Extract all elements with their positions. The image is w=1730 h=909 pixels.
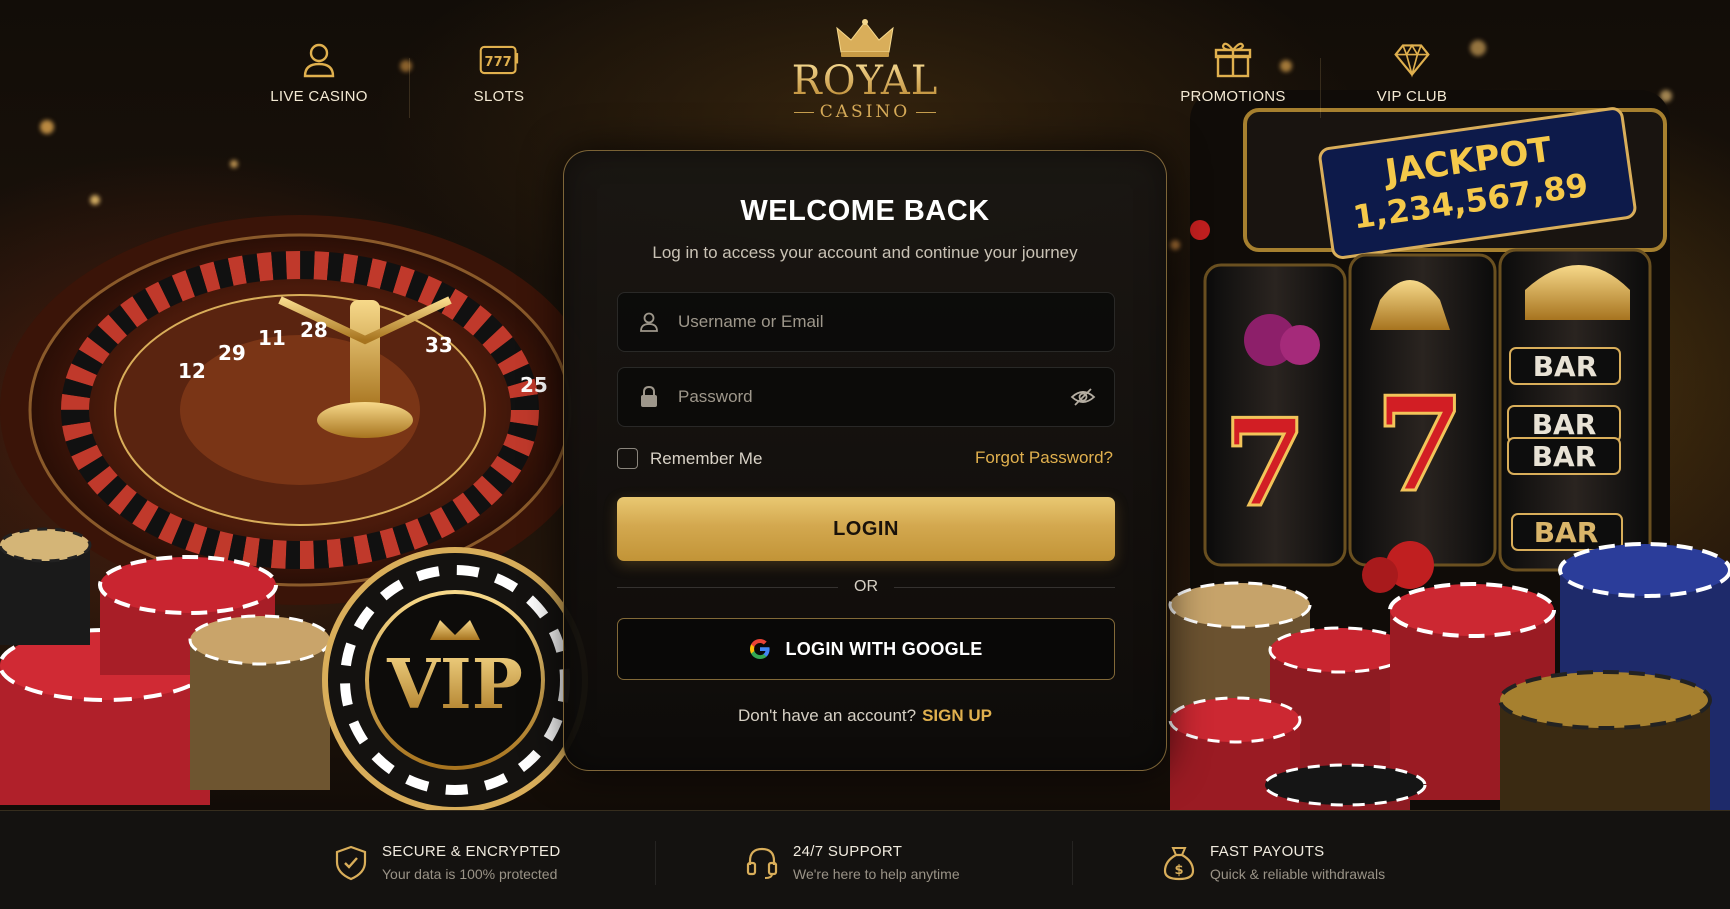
user-icon (640, 312, 658, 332)
feature-desc: Quick & reliable withdrawals (1210, 866, 1386, 882)
feature-desc: Your data is 100% protected (382, 866, 558, 882)
shield-check-icon (335, 845, 367, 881)
brand-name: ROYAL (791, 58, 939, 104)
lock-icon (641, 386, 657, 407)
nav-label: SLOTS (473, 88, 525, 105)
signup-link[interactable]: SIGN UP (922, 706, 992, 725)
diamond-icon (1394, 43, 1430, 78)
vip-chip: VIP (322, 547, 588, 810)
feature-desc: We're here to help anytime (793, 866, 960, 882)
login-title: WELCOME BACK (740, 195, 990, 227)
svg-text:$: $ (1174, 863, 1183, 878)
divider-line (894, 586, 1115, 588)
roulette-number: 28 (300, 318, 328, 342)
or-label: OR (854, 578, 878, 595)
roulette-number: 12 (178, 359, 206, 383)
nav-label: PROMOTIONS (1180, 88, 1286, 105)
google-button-label: LOGIN WITH GOOGLE (785, 638, 983, 659)
feature-title: FAST PAYOUTS (1210, 843, 1325, 860)
feature-title: 24/7 SUPPORT (793, 843, 903, 860)
roulette-number: 11 (258, 326, 286, 350)
headset-icon (746, 847, 778, 879)
username-input[interactable] (678, 293, 1114, 351)
roulette-number: 29 (218, 341, 246, 365)
reel-bar: BAR (1532, 440, 1597, 473)
login-subtitle: Log in to access your account and contin… (652, 243, 1078, 262)
remember-checkbox[interactable] (617, 448, 638, 469)
forgot-password-link[interactable]: Forgot Password? (975, 448, 1113, 468)
user-icon (303, 43, 335, 78)
footer-bar: SECURE & ENCRYPTED Your data is 100% pro… (0, 810, 1730, 909)
password-field[interactable] (617, 367, 1115, 427)
reel-bar: BAR (1533, 350, 1598, 383)
username-field[interactable] (617, 292, 1115, 352)
remember-me[interactable]: Remember Me (617, 448, 762, 469)
feature-title: SECURE & ENCRYPTED (382, 843, 561, 860)
nav-promotions[interactable]: PROMOTIONS (1163, 40, 1303, 106)
divider-line (617, 586, 838, 588)
footer-divider (655, 841, 656, 885)
nav-label: LIVE CASINO (270, 88, 368, 105)
eye-hidden-icon[interactable] (1070, 384, 1096, 410)
reel-seven: 7 (1223, 393, 1307, 534)
login-card: WELCOME BACK Log in to access your accou… (563, 150, 1167, 771)
roulette-number: 33 (425, 333, 453, 357)
reel-bar: BAR (1532, 408, 1597, 441)
nav-vip-club[interactable]: VIP CLUB (1342, 40, 1482, 106)
reel-bar: BAR (1534, 516, 1599, 549)
chip-stacks-right (1168, 542, 1730, 810)
brand-logo[interactable]: ROYAL CASINO (790, 18, 940, 122)
nav-divider (409, 58, 410, 118)
signup-prompt: Don't have an account? (738, 706, 917, 725)
feature-support: 24/7 SUPPORT We're here to help anytime (745, 843, 960, 882)
google-icon (750, 639, 771, 659)
login-button[interactable]: LOGIN (617, 497, 1115, 561)
footer-divider (1072, 841, 1073, 885)
roulette-number: 25 (520, 373, 548, 397)
svg-text:777: 777 (485, 55, 512, 70)
or-divider: OR (617, 577, 1115, 597)
crown-icon (836, 19, 894, 57)
signup-row: Don't have an account? SIGN UP (564, 706, 1166, 726)
password-input[interactable] (678, 368, 1070, 426)
money-bag-icon: $ (1163, 847, 1195, 881)
reel-seven: 7 (1375, 368, 1465, 521)
remember-label: Remember Me (650, 448, 763, 468)
feature-payouts: $ FAST PAYOUTS Quick & reliable withdraw… (1162, 843, 1385, 882)
gift-icon (1214, 42, 1252, 78)
nav-divider (1320, 58, 1321, 118)
vip-chip-text: VIP (386, 645, 523, 725)
nav-live-casino[interactable]: LIVE CASINO (249, 40, 389, 106)
nav-slots[interactable]: 777 SLOTS (429, 40, 569, 106)
google-login-button[interactable]: LOGIN WITH GOOGLE (617, 618, 1115, 680)
nav-label: VIP CLUB (1376, 88, 1448, 105)
brand-sub: CASINO (790, 102, 940, 122)
slot-777-icon: 777 (479, 45, 519, 75)
feature-secure: SECURE & ENCRYPTED Your data is 100% pro… (334, 843, 561, 882)
